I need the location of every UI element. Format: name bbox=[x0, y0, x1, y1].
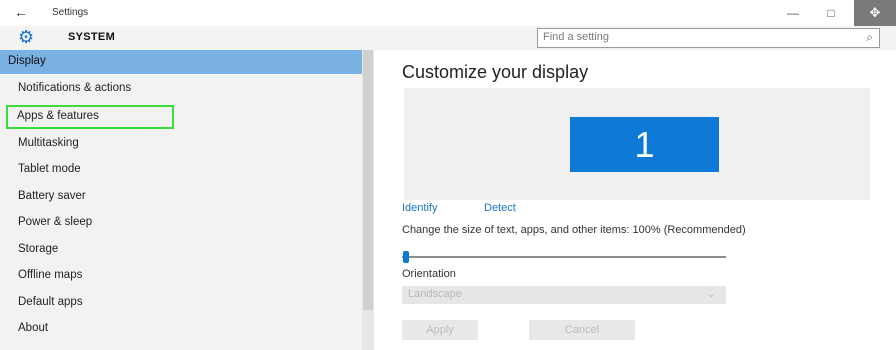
sidebar-item-label: Notifications & actions bbox=[18, 82, 132, 94]
sidebar-item-notifications[interactable]: Notifications & actions bbox=[0, 77, 362, 101]
scrollbar-thumb[interactable] bbox=[363, 50, 373, 310]
cancel-button[interactable]: Cancel bbox=[529, 320, 635, 340]
identify-link[interactable]: Identify bbox=[402, 202, 437, 214]
maximize-button[interactable]: □ bbox=[816, 3, 846, 23]
main-panel: Customize your display 1 Identify Detect… bbox=[374, 50, 896, 350]
monitor-tile[interactable]: 1 bbox=[570, 117, 719, 172]
sidebar-item-label: Display bbox=[8, 55, 46, 67]
title-bar: ← Settings — □ ✥ bbox=[0, 0, 896, 26]
sidebar-item-label: About bbox=[18, 322, 49, 334]
orientation-value: Landscape bbox=[408, 288, 462, 300]
back-arrow-icon[interactable]: ← bbox=[14, 4, 28, 20]
display-preview: 1 bbox=[404, 88, 870, 200]
sidebar-item-label: Battery saver bbox=[18, 190, 86, 202]
scale-slider[interactable] bbox=[402, 251, 726, 263]
search-icon[interactable]: ⌕ bbox=[866, 30, 873, 45]
sidebar-item-label: Tablet mode bbox=[18, 163, 81, 175]
minimize-button[interactable]: — bbox=[778, 3, 808, 23]
sidebar-scrollbar[interactable] bbox=[362, 50, 374, 350]
sidebar-item-battery-saver[interactable]: Battery saver bbox=[0, 185, 362, 209]
sidebar-item-multitasking[interactable]: Multitasking bbox=[0, 132, 362, 156]
sidebar-item-tablet-mode[interactable]: Tablet mode bbox=[0, 158, 362, 182]
chevron-down-icon: ⌄ bbox=[706, 288, 716, 300]
slider-track[interactable] bbox=[402, 256, 726, 258]
sidebar-item-apps-features[interactable]: Apps & features bbox=[6, 105, 174, 129]
sidebar-item-display[interactable]: Display bbox=[0, 50, 362, 74]
sidebar-item-label: Apps & features bbox=[17, 110, 99, 122]
detect-link[interactable]: Detect bbox=[484, 202, 516, 214]
sidebar-item-label: Multitasking bbox=[18, 137, 79, 149]
search-input[interactable]: Find a setting bbox=[543, 31, 609, 43]
settings-header: ⚙ SYSTEM Find a setting ⌕ bbox=[0, 26, 896, 51]
apply-button[interactable]: Apply bbox=[402, 320, 478, 340]
orientation-label: Orientation bbox=[402, 268, 456, 280]
sidebar-item-storage[interactable]: Storage bbox=[0, 238, 362, 262]
sidebar-item-label: Power & sleep bbox=[18, 216, 93, 228]
orientation-dropdown[interactable]: Landscape ⌄ bbox=[402, 286, 726, 304]
search-box[interactable]: Find a setting ⌕ bbox=[537, 28, 880, 48]
sidebar-item-label: Default apps bbox=[18, 296, 83, 308]
sidebar-item-default-apps[interactable]: Default apps bbox=[0, 291, 362, 315]
sidebar: Display Notifications & actions Apps & f… bbox=[0, 50, 362, 350]
gear-icon: ⚙ bbox=[18, 27, 35, 47]
page-title: Customize your display bbox=[402, 62, 589, 82]
move-icon[interactable]: ✥ bbox=[854, 0, 896, 26]
sidebar-item-about[interactable]: About bbox=[0, 317, 362, 341]
sidebar-item-label: Offline maps bbox=[18, 269, 83, 281]
scale-label: Change the size of text, apps, and other… bbox=[402, 224, 746, 236]
sidebar-item-offline-maps[interactable]: Offline maps bbox=[0, 264, 362, 288]
sidebar-item-label: Storage bbox=[18, 243, 59, 255]
section-title: SYSTEM bbox=[68, 31, 116, 43]
sidebar-item-power-sleep[interactable]: Power & sleep bbox=[0, 211, 362, 235]
slider-thumb[interactable] bbox=[403, 251, 409, 263]
window-title: Settings bbox=[52, 7, 89, 18]
